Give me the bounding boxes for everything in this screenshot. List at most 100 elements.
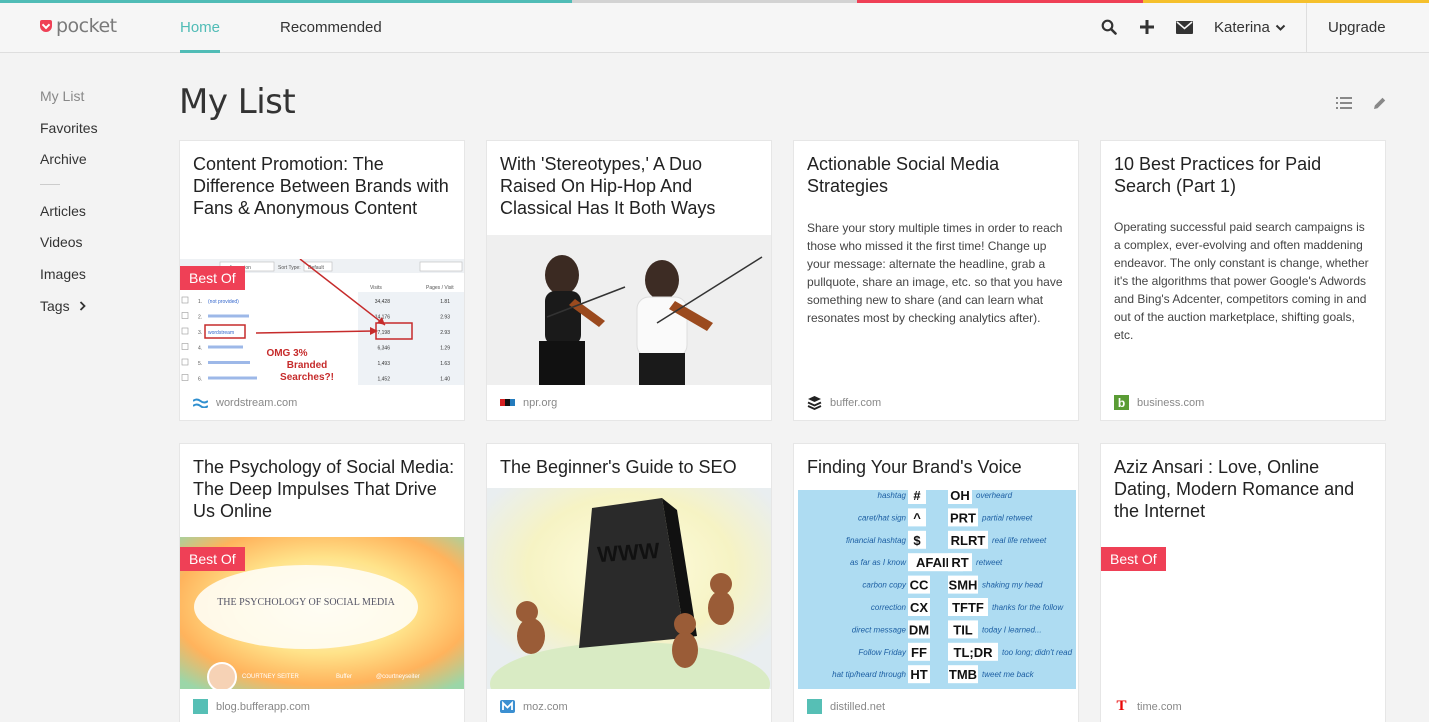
sidebar-divider bbox=[40, 184, 60, 185]
sidebar-item-articles[interactable]: Articles bbox=[40, 203, 86, 219]
sidebar-item-videos[interactable]: Videos bbox=[40, 234, 83, 250]
sidebar-item-tags-label: Tags bbox=[40, 298, 70, 314]
acronym-code: TL;DR bbox=[954, 645, 994, 660]
sidebar-item-my-list[interactable]: My List bbox=[40, 88, 84, 104]
source-domain: distilled.net bbox=[830, 700, 886, 713]
analytics-row-pages: 2.93 bbox=[440, 315, 450, 321]
card-source[interactable]: b business.com bbox=[1114, 395, 1204, 410]
analytics-row-index: 6. bbox=[198, 377, 202, 383]
analytics-col-visits: Visits bbox=[370, 285, 382, 291]
acronym-code: RLRT bbox=[951, 533, 986, 548]
analytics-row-label: (not provided) bbox=[208, 299, 239, 305]
sidebar-item-favorites[interactable]: Favorites bbox=[40, 120, 98, 136]
wordstream-icon bbox=[193, 395, 208, 410]
add-icon[interactable] bbox=[1137, 17, 1157, 37]
article-card[interactable]: The Psychology of Social Media: The Deep… bbox=[179, 443, 465, 722]
tab-recommended[interactable]: Recommended bbox=[280, 19, 382, 36]
analytics-row-pages: 1.29 bbox=[440, 346, 450, 352]
psychology-author: COURTNEY SEITER bbox=[242, 674, 299, 680]
analytics-row-pages: 1.81 bbox=[440, 299, 450, 305]
acronym-left-label: financial hashtag bbox=[846, 536, 907, 545]
article-card[interactable]: Aziz Ansari : Love, Online Dating, Moder… bbox=[1100, 443, 1386, 722]
card-source[interactable]: npr.org bbox=[500, 395, 557, 410]
card-title[interactable]: 10 Best Practices for Paid Search (Part … bbox=[1114, 153, 1376, 197]
acronym-symbol: CX bbox=[910, 600, 928, 615]
best-of-badge[interactable]: Best Of bbox=[1101, 547, 1166, 571]
card-title[interactable]: Aziz Ansari : Love, Online Dating, Moder… bbox=[1114, 456, 1376, 522]
card-title[interactable]: Finding Your Brand's Voice bbox=[807, 456, 1069, 478]
top-bar: pocket Home Recommended Katerina Upgrade bbox=[0, 3, 1429, 53]
card-source[interactable]: buffer.com bbox=[807, 395, 881, 410]
mail-icon[interactable] bbox=[1174, 17, 1194, 37]
acronym-meaning: overheard bbox=[976, 491, 1013, 500]
analytics-row-index: 4. bbox=[198, 346, 202, 352]
acronym-left-label: hat tip/heard through bbox=[832, 670, 906, 679]
card-image: WWW bbox=[487, 488, 771, 689]
source-domain: blog.bufferapp.com bbox=[216, 700, 310, 713]
analytics-row-blurred bbox=[208, 361, 250, 364]
card-source[interactable]: distilled.net bbox=[807, 699, 885, 714]
article-card[interactable]: Finding Your Brand's Voice hashtag # OH ove… bbox=[793, 443, 1079, 722]
analytics-row-visits: 1,452 bbox=[377, 377, 390, 383]
business-icon: b bbox=[1114, 395, 1129, 410]
best-of-badge[interactable]: Best Of bbox=[180, 547, 245, 571]
sidebar-item-images[interactable]: Images bbox=[40, 266, 86, 282]
site-icon bbox=[807, 699, 822, 714]
card-image: hashtag # OH overheard caret/hat sign ^ PRT par… bbox=[798, 490, 1076, 689]
card-title[interactable]: The Psychology of Social Media: The Deep… bbox=[193, 456, 455, 522]
acronym-code: TIL bbox=[953, 622, 973, 637]
user-menu[interactable]: Katerina bbox=[1214, 19, 1286, 36]
analytics-filter-mid: Sort Type: bbox=[278, 265, 301, 271]
tab-home[interactable]: Home bbox=[180, 19, 220, 36]
edit-pencil-icon[interactable] bbox=[1372, 96, 1387, 116]
analytics-row-index: 2. bbox=[198, 315, 202, 321]
card-source[interactable]: moz.com bbox=[500, 699, 568, 714]
card-source[interactable]: blog.bufferapp.com bbox=[193, 699, 310, 714]
article-card[interactable]: 10 Best Practices for Paid Search (Part … bbox=[1100, 140, 1386, 421]
card-title[interactable]: Content Promotion: The Difference Betwee… bbox=[193, 153, 455, 219]
acronym-left-label: correction bbox=[871, 603, 907, 612]
acronym-symbol: HT bbox=[910, 667, 927, 682]
sidebar-item-tags[interactable]: Tags bbox=[40, 298, 86, 314]
acronym-code: RT bbox=[951, 555, 968, 570]
best-of-badge[interactable]: Best Of bbox=[180, 266, 245, 290]
analytics-row-index: 3. bbox=[198, 330, 202, 336]
logo-text: pocket bbox=[56, 15, 117, 37]
analytics-row-visits: 1,493 bbox=[377, 361, 390, 367]
analytics-row-blurred bbox=[208, 376, 257, 380]
card-source[interactable]: T time.com bbox=[1114, 698, 1181, 714]
npr-icon bbox=[500, 395, 515, 410]
analytics-row-checkbox bbox=[181, 312, 189, 319]
sidebar-item-archive[interactable]: Archive bbox=[40, 151, 87, 167]
card-source[interactable]: wordstream.com bbox=[193, 395, 297, 410]
chevron-down-icon bbox=[1275, 24, 1286, 31]
article-card[interactable]: With 'Stereotypes,' A Duo Raised On Hip-… bbox=[486, 140, 772, 421]
page-title: My List bbox=[179, 82, 296, 122]
header-divider bbox=[1306, 3, 1307, 53]
acronym-left-label: hashtag bbox=[878, 491, 907, 500]
user-name: Katerina bbox=[1214, 19, 1270, 36]
search-icon[interactable] bbox=[1099, 17, 1119, 37]
acronym-symbol: FF bbox=[911, 645, 927, 660]
article-card[interactable]: Actionable Social Media Strategies Share… bbox=[793, 140, 1079, 421]
analytics-col-pages: Pages / Visit bbox=[426, 285, 454, 291]
analytics-row-checkbox bbox=[181, 358, 189, 366]
card-excerpt: Operating successful paid search campaig… bbox=[1114, 220, 1369, 342]
article-card[interactable]: Content Promotion: The Difference Betwee… bbox=[179, 140, 465, 421]
acronym-left-label: Follow Friday bbox=[858, 648, 907, 657]
upgrade-button[interactable]: Upgrade bbox=[1328, 19, 1386, 36]
card-image bbox=[487, 235, 771, 385]
tab-home-underline bbox=[180, 50, 220, 53]
site-icon bbox=[193, 699, 208, 714]
card-title[interactable]: Actionable Social Media Strategies bbox=[807, 153, 1069, 197]
list-view-icon[interactable] bbox=[1336, 96, 1352, 115]
acronym-left-label: caret/hat sign bbox=[858, 513, 907, 522]
article-card[interactable]: The Beginner's Guide to SEO WWW moz.com bbox=[486, 443, 772, 722]
analytics-callout-3: Searches?! bbox=[280, 372, 334, 383]
acronym-symbol: # bbox=[913, 490, 921, 503]
pocket-logo[interactable]: pocket bbox=[40, 15, 117, 37]
card-title[interactable]: The Beginner's Guide to SEO bbox=[500, 456, 762, 478]
card-title[interactable]: With 'Stereotypes,' A Duo Raised On Hip-… bbox=[500, 153, 762, 219]
analytics-row-visits: 6,346 bbox=[377, 346, 390, 352]
analytics-row-blurred bbox=[208, 345, 243, 349]
